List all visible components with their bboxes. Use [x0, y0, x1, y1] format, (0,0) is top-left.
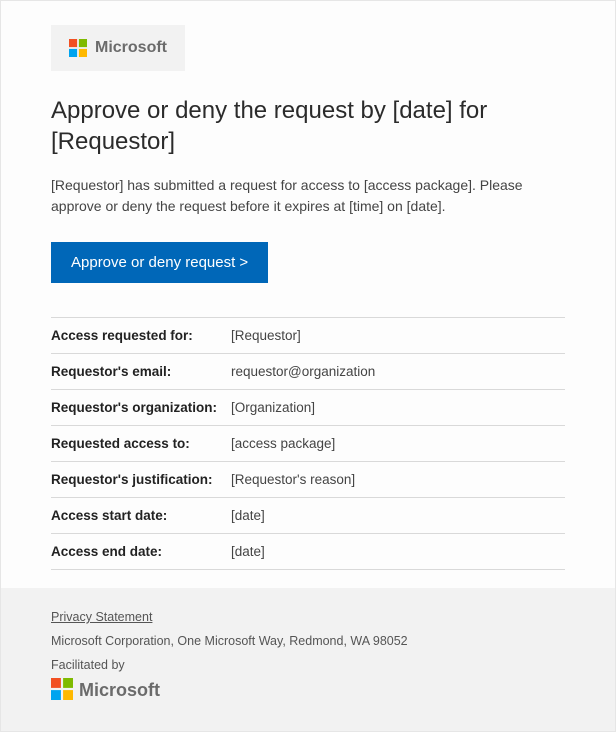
detail-value: [date]	[231, 508, 265, 523]
table-row: Access requested for: [Requestor]	[51, 318, 565, 354]
detail-value: [Requestor]	[231, 328, 301, 343]
detail-label: Requested access to:	[51, 436, 231, 451]
page-title: Approve or deny the request by [date] fo…	[51, 95, 565, 157]
detail-label: Access end date:	[51, 544, 231, 559]
microsoft-logo-icon	[69, 39, 87, 57]
detail-label: Access start date:	[51, 508, 231, 523]
footer: Privacy Statement Microsoft Corporation,…	[1, 588, 615, 731]
email-card: Microsoft Approve or deny the request by…	[0, 0, 616, 732]
footer-brand: Microsoft	[51, 678, 160, 703]
header-brand-box: Microsoft	[51, 25, 185, 71]
detail-label: Requestor's email:	[51, 364, 231, 379]
facilitated-by-label: Facilitated by	[51, 658, 565, 672]
table-row: Access start date: [date]	[51, 498, 565, 534]
table-row: Access end date: [date]	[51, 534, 565, 570]
content-area: Approve or deny the request by [date] fo…	[1, 71, 615, 588]
approve-deny-button[interactable]: Approve or deny request >	[51, 242, 268, 283]
footer-address: Microsoft Corporation, One Microsoft Way…	[51, 634, 565, 648]
header-brand-text: Microsoft	[95, 39, 167, 57]
details-table: Access requested for: [Requestor] Reques…	[51, 317, 565, 570]
body-text: [Requestor] has submitted a request for …	[51, 175, 565, 216]
detail-value: [access package]	[231, 436, 335, 451]
detail-value: requestor@organization	[231, 364, 375, 379]
table-row: Requestor's email: requestor@organizatio…	[51, 354, 565, 390]
microsoft-logo-icon	[51, 678, 73, 703]
detail-label: Access requested for:	[51, 328, 231, 343]
footer-brand-text: Microsoft	[79, 680, 160, 701]
table-row: Requestor's justification: [Requestor's …	[51, 462, 565, 498]
table-row: Requested access to: [access package]	[51, 426, 565, 462]
detail-value: [Requestor's reason]	[231, 472, 355, 487]
table-row: Requestor's organization: [Organization]	[51, 390, 565, 426]
detail-value: [date]	[231, 544, 265, 559]
privacy-statement-link[interactable]: Privacy Statement	[51, 610, 152, 624]
detail-label: Requestor's organization:	[51, 400, 231, 415]
detail-value: [Organization]	[231, 400, 315, 415]
detail-label: Requestor's justification:	[51, 472, 231, 487]
